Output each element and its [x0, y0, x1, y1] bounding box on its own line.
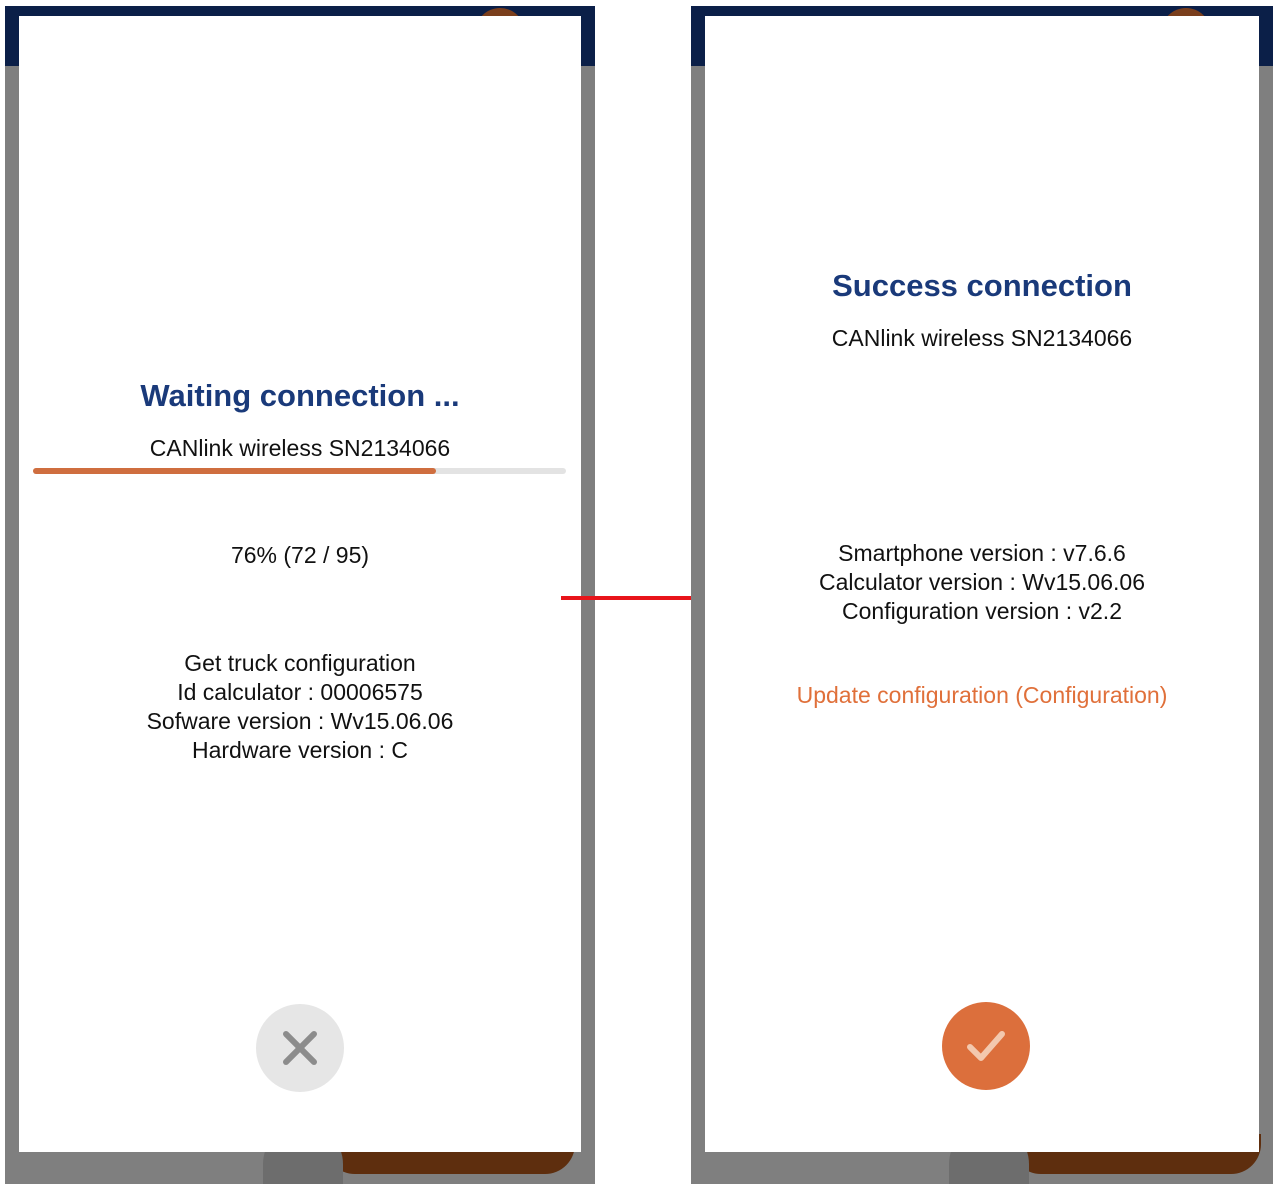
version-line: Smartphone version : v7.6.6 — [838, 540, 1126, 566]
update-configuration-link[interactable]: Update configuration (Configuration) — [705, 682, 1259, 709]
detail-line: Hardware version : C — [191, 737, 409, 763]
device-name: CANlink wireless SN2134066 — [149, 435, 451, 461]
confirm-button[interactable] — [942, 1002, 1030, 1090]
success-connection-screen: Success connection CANlink wireless SN21… — [691, 6, 1273, 1184]
version-line: Configuration version : v2.2 — [842, 598, 1122, 624]
waiting-connection-screen: Waiting connection ... CANlink wireless … — [5, 6, 595, 1184]
detail-line: Id calculator : 00006575 — [177, 679, 423, 705]
connection-dialog: Waiting connection ... CANlink wireless … — [19, 16, 581, 1152]
progress-bar-fill — [33, 468, 437, 474]
dialog-title: Success connection — [832, 268, 1132, 303]
cancel-button[interactable] — [256, 1004, 344, 1092]
connection-dialog: Success connection CANlink wireless SN21… — [705, 16, 1259, 1152]
version-line: Calculator version : Wv15.06.06 — [819, 569, 1145, 595]
close-icon — [283, 1031, 317, 1065]
progress-text: 76% (72 / 95) — [230, 542, 370, 568]
progress-bar — [33, 468, 566, 474]
check-icon — [967, 1031, 1005, 1061]
detail-line: Sofware version : Wv15.06.06 — [146, 708, 454, 734]
device-name: CANlink wireless SN2134066 — [831, 325, 1133, 351]
dialog-title: Waiting connection ... — [140, 378, 460, 413]
detail-line: Get truck configuration — [184, 650, 416, 676]
